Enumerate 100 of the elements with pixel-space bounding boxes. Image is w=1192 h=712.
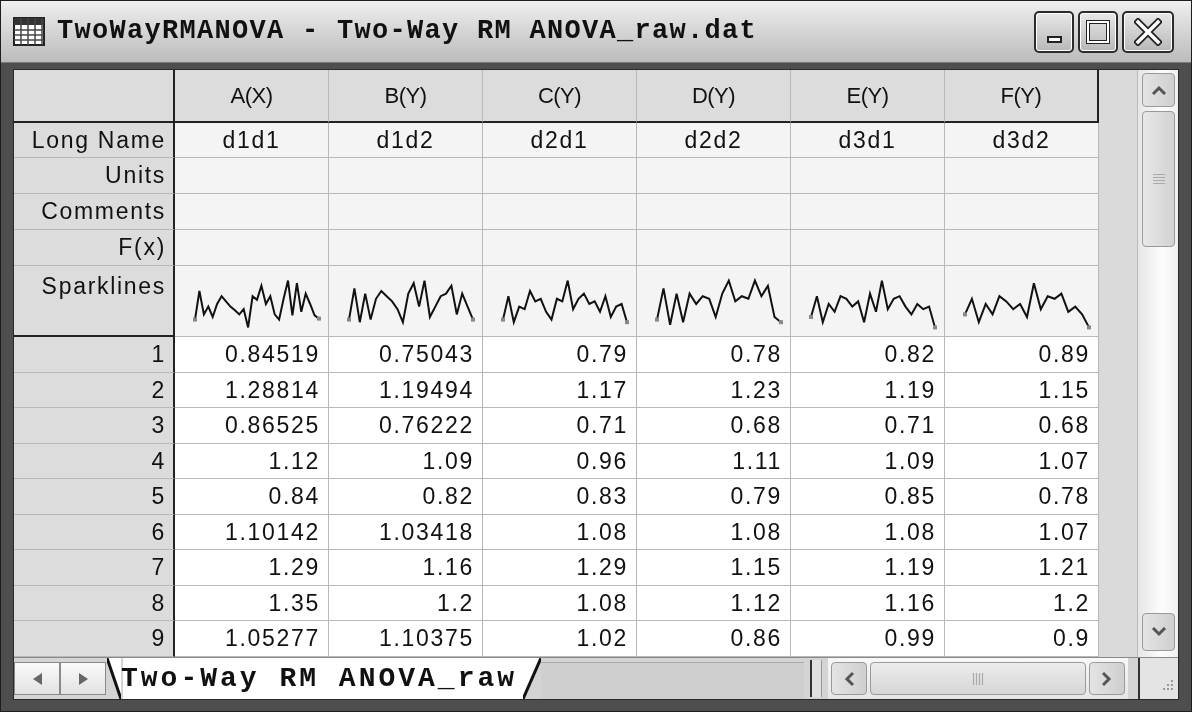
table-cell: 1.07: [945, 443, 1099, 479]
table-cell: 1.19: [791, 372, 945, 408]
scroll-right-button[interactable]: [1089, 662, 1125, 695]
vertical-scrollbar[interactable]: [1137, 70, 1178, 657]
row-label: Comments: [14, 194, 175, 230]
table-cell: 1.16: [791, 585, 945, 621]
table-cell: d1d2: [329, 123, 483, 158]
table-cell: 1.28814: [175, 372, 329, 408]
table-cell: 1.12: [175, 443, 329, 479]
table-cell: 0.82: [329, 479, 483, 515]
table-cell: 0.71: [791, 408, 945, 444]
row-number[interactable]: 2: [14, 372, 175, 408]
table-cell: 1.10375: [329, 621, 483, 657]
column-header[interactable]: B(Y): [329, 70, 483, 123]
table-cell: 1.08: [483, 585, 637, 621]
table-cell: 1.19494: [329, 372, 483, 408]
chevron-right-icon: [1102, 670, 1112, 687]
row-number[interactable]: 5: [14, 479, 175, 515]
scroll-up-button[interactable]: [1142, 73, 1175, 107]
triangle-left-icon: [32, 672, 42, 685]
worksheet-icon: [13, 17, 45, 46]
previous-sheet-button[interactable]: [14, 662, 60, 695]
table-cell: 1.08: [483, 514, 637, 550]
scroll-down-button[interactable]: [1142, 613, 1175, 651]
table-cell: 1.21: [945, 550, 1099, 586]
table-cell: 0.83: [483, 479, 637, 515]
minimize-button[interactable]: [1034, 10, 1074, 53]
column-header[interactable]: F(Y): [945, 70, 1099, 123]
table-cell: 1.09: [329, 443, 483, 479]
maximize-button[interactable]: [1078, 10, 1118, 53]
row-number[interactable]: 3: [14, 408, 175, 444]
row-label: Long Name: [14, 123, 175, 158]
table-cell: 0.76222: [329, 408, 483, 444]
table-cell: 1.19: [791, 550, 945, 586]
table-cell: 0.96: [483, 443, 637, 479]
table-cell: d1d1: [175, 123, 329, 158]
column-header[interactable]: E(Y): [791, 70, 945, 123]
table-cell: 1.02: [483, 621, 637, 657]
table-cell: 1.12: [637, 585, 791, 621]
splitter-handle[interactable]: [810, 660, 822, 697]
table-cell: 0.78: [945, 479, 1099, 515]
table-cell: 0.82: [791, 337, 945, 373]
next-sheet-button[interactable]: [60, 662, 106, 695]
scrollbar-thumb[interactable]: [1142, 111, 1175, 247]
row-label: Sparklines: [14, 266, 175, 337]
chevron-left-icon: [844, 670, 854, 687]
table-cell: d2d2: [637, 123, 791, 158]
table-cell: 1.2: [945, 585, 1099, 621]
chevron-up-icon: [1150, 85, 1167, 95]
table-cell: 1.08: [791, 514, 945, 550]
close-icon: [1134, 17, 1162, 46]
table-cell: 1.09: [791, 443, 945, 479]
minimize-icon: [1046, 35, 1062, 43]
table-cell: 1.35: [175, 585, 329, 621]
grip-icon: [972, 671, 984, 686]
resize-grip-icon[interactable]: [1160, 679, 1174, 693]
table-cell: 0.68: [945, 408, 1099, 444]
table-cell: 1.15: [637, 550, 791, 586]
scrollbar-thumb[interactable]: [870, 662, 1086, 695]
column-header[interactable]: A(X): [175, 70, 329, 123]
column-header[interactable]: D(Y): [637, 70, 791, 123]
table-cell: 0.85: [791, 479, 945, 515]
column-header[interactable]: C(Y): [483, 70, 637, 123]
triangle-right-icon: [78, 672, 88, 685]
table-cell: 0.9: [945, 621, 1099, 657]
row-number[interactable]: 8: [14, 585, 175, 621]
table-cell: 1.16: [329, 550, 483, 586]
row-number[interactable]: 7: [14, 550, 175, 586]
table-cell: 1.10142: [175, 514, 329, 550]
row-label: Units: [14, 158, 175, 194]
row-number[interactable]: 9: [14, 621, 175, 657]
table-cell: 0.84519: [175, 337, 329, 373]
table-cell: 0.78: [637, 337, 791, 373]
table-cell: 0.79: [483, 337, 637, 373]
table-cell: 0.86525: [175, 408, 329, 444]
table-cell: 1.29: [483, 550, 637, 586]
table-cell: 0.89: [945, 337, 1099, 373]
table-cell: d3d2: [945, 123, 1099, 158]
row-label: F(x): [14, 230, 175, 266]
table-cell: d2d1: [483, 123, 637, 158]
scroll-left-button[interactable]: [831, 662, 867, 695]
table-cell: 0.79: [637, 479, 791, 515]
table-cell: 0.84: [175, 479, 329, 515]
table-cell: 0.75043: [329, 337, 483, 373]
table-cell: 1.17: [483, 372, 637, 408]
table-cell: 0.71: [483, 408, 637, 444]
row-number[interactable]: 4: [14, 443, 175, 479]
table-cell: 1.11: [637, 443, 791, 479]
horizontal-scrollbar[interactable]: [828, 658, 1128, 699]
row-number[interactable]: 1: [14, 337, 175, 373]
table-cell: 1.2: [329, 585, 483, 621]
table-cell: 1.29: [175, 550, 329, 586]
close-button[interactable]: [1122, 10, 1174, 53]
header-corner[interactable]: [14, 70, 175, 123]
row-number[interactable]: 6: [14, 514, 175, 550]
table-cell: 1.23: [637, 372, 791, 408]
maximize-icon: [1086, 19, 1110, 44]
sheet-tab[interactable]: Two-Way RM ANOVA_raw: [107, 658, 542, 699]
table-cell: d3d1: [791, 123, 945, 158]
table-cell: 1.05277: [175, 621, 329, 657]
